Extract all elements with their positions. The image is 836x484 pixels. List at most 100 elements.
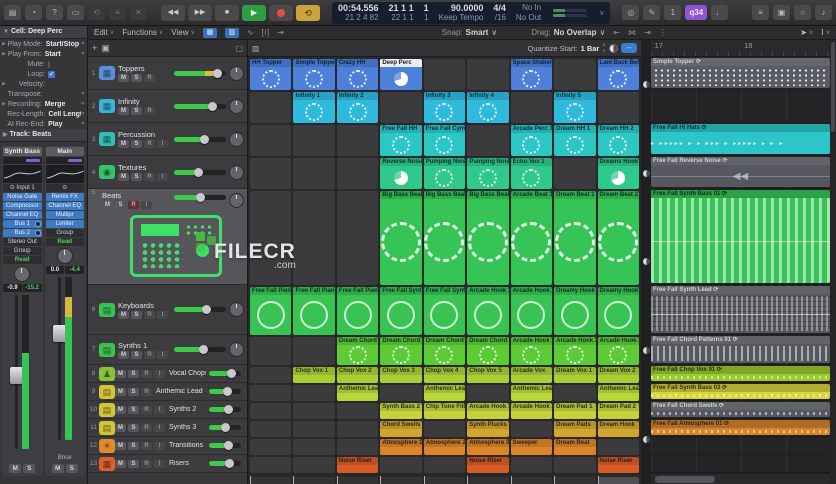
empty-cell[interactable] <box>554 158 596 189</box>
loop-cell[interactable]: Dream Vox 2 <box>597 367 639 383</box>
arrange-lane[interactable]: Free Fall Synth Lead ⟳ <box>651 285 830 335</box>
loop-cell[interactable]: Synth Plucks <box>467 421 509 437</box>
region[interactable]: Free Fall Atmosphere 01 ⟳ <box>651 420 830 435</box>
empty-cell[interactable] <box>293 125 335 156</box>
parameter-value[interactable]: Cell Length <box>48 111 80 118</box>
loop-cell[interactable]: Dream Chord 1 <box>336 337 379 365</box>
volume-fader[interactable] <box>52 277 66 440</box>
pan-knob[interactable] <box>229 98 244 114</box>
loop-cell[interactable]: Anthemic Lead <box>510 385 553 401</box>
loop-cell[interactable]: Dreamy Hook 1 <box>554 287 596 335</box>
lcd-dropdown-icon[interactable]: ∨ <box>599 9 604 17</box>
gain-plugin-slot[interactable] <box>3 157 42 164</box>
eq-thumbnail[interactable] <box>45 165 84 183</box>
flex-icon[interactable]: [≀] <box>262 28 269 37</box>
region[interactable]: Free Fall Synth Lead ⟳ <box>651 286 830 333</box>
catch-icon[interactable]: ⇥ <box>277 28 284 37</box>
loop-cell[interactable]: Atmosphere 3 <box>467 439 509 455</box>
solo-button[interactable]: S <box>131 350 142 359</box>
pan-knob[interactable] <box>14 266 31 282</box>
track-header[interactable]: 6 ▤ Keyboards M S R I <box>88 285 247 335</box>
apple-loops-icon[interactable]: ○ <box>794 5 811 20</box>
mute-button[interactable]: M <box>115 406 126 414</box>
arrange-lane[interactable]: Free Fall Chord Patterns 01 ⟳ <box>651 335 830 365</box>
loop-cell[interactable]: Sweeper <box>510 439 553 455</box>
mute-button[interactable]: M <box>115 370 126 378</box>
media-icon[interactable]: ♪ <box>815 5 832 20</box>
solo-button[interactable]: S <box>128 460 139 468</box>
empty-cell[interactable] <box>250 439 292 455</box>
loop-cell[interactable]: Dream Beat <box>554 439 596 455</box>
scene-trigger-button[interactable] <box>510 476 553 484</box>
empty-cell[interactable] <box>250 125 292 156</box>
mute-button[interactable]: M <box>118 74 129 82</box>
empty-cell[interactable] <box>336 158 379 189</box>
solo-button[interactable]: S <box>128 370 139 378</box>
record-enable-button[interactable]: R <box>128 201 139 209</box>
solo-button[interactable]: S <box>65 464 78 473</box>
loop-cell[interactable]: Atmosphere 2 <box>423 439 466 455</box>
empty-cell[interactable] <box>293 158 335 189</box>
stop-button[interactable]: ■ <box>215 4 239 21</box>
loop-cell[interactable]: Arcade Hook 3 <box>597 337 639 365</box>
loop-cell[interactable]: Big Bass Beat 2 <box>423 191 466 285</box>
track-header[interactable]: 1 ▦ Toppers M S R <box>88 57 247 90</box>
mute-button[interactable]: M <box>102 201 113 209</box>
loop-cell[interactable]: Free Fall Synth <box>423 287 466 335</box>
arrange-lane[interactable]: Free Fall Atmosphere 01 ⟳ <box>651 419 830 437</box>
track-stack-icon[interactable]: ▣ <box>101 43 110 54</box>
automation-mode-slot[interactable]: Read <box>45 238 84 246</box>
loop-cell[interactable]: Chop Vox 3 <box>380 367 422 383</box>
loop-cell[interactable]: Dream Pad 2 <box>597 403 639 419</box>
empty-cell[interactable] <box>293 457 335 473</box>
loop-cell[interactable]: Arcade Hook 1 <box>510 337 553 365</box>
empty-cell[interactable] <box>423 457 466 473</box>
stepper-icon[interactable]: ≑ <box>81 91 85 97</box>
lcd-display[interactable]: 00:54.556 21 2 4 82 21 1 1 22 1 1 11 90.00… <box>332 1 611 24</box>
scene-trigger-button[interactable] <box>380 476 422 484</box>
count-in-icon[interactable]: 1 <box>664 5 682 20</box>
fx-slot[interactable]: Noise Gate <box>3 193 42 201</box>
empty-cell[interactable] <box>293 385 335 401</box>
loop-cell[interactable]: Arcade Perc 1 <box>510 125 553 156</box>
loop-cell[interactable]: Dream Beat 2 <box>597 191 639 285</box>
input-monitor-button[interactable]: I <box>154 442 165 450</box>
loop-cell[interactable]: Arcade Hook 2 <box>554 337 596 365</box>
solo-button[interactable]: S <box>131 173 142 181</box>
track-header[interactable]: 10 ▤ M S R I Synths 2 <box>88 401 247 419</box>
send-slot[interactable]: Bus 1 <box>3 220 42 228</box>
channel-strip-name[interactable]: Main <box>45 147 84 156</box>
empty-cell[interactable] <box>467 59 509 90</box>
stepper-icon[interactable]: ≑ <box>81 111 85 117</box>
solo-button[interactable]: S <box>128 406 139 414</box>
quantize-start-value[interactable]: 1 Bar <box>581 44 600 53</box>
empty-cell[interactable] <box>336 439 379 455</box>
loop-cell[interactable]: Arcade Hook 1 <box>467 403 509 419</box>
mute-button[interactable]: M <box>115 388 126 396</box>
list-editors-icon[interactable]: ≡ <box>752 5 769 20</box>
empty-cell[interactable] <box>380 385 422 401</box>
record-button[interactable] <box>269 4 293 21</box>
fx-slot[interactable]: Compressor <box>3 202 42 210</box>
quick-help-icon[interactable]: ? <box>46 5 63 20</box>
loop-cell[interactable]: Dreams Hook 1 <box>597 158 639 189</box>
add-track-button[interactable]: + <box>92 43 97 53</box>
solo-button[interactable]: S <box>131 74 142 82</box>
region[interactable]: Free Fall Chop Vox 01 ⟳ <box>651 366 830 381</box>
empty-cell[interactable] <box>336 403 379 419</box>
track-inspector-header[interactable]: ▶ Track: Beats <box>0 129 87 142</box>
cell-inspector-header[interactable]: ▼ Cell: Deep Perc <box>0 26 87 39</box>
loop-cell[interactable]: Noise Riser <box>597 457 639 473</box>
display-icon[interactable]: ▭ <box>67 5 84 20</box>
mixer-icon[interactable]: ≡ <box>109 5 126 20</box>
record-enable-button[interactable]: R <box>144 310 155 319</box>
divider-moon-icon[interactable] <box>642 436 650 444</box>
solo-button[interactable]: S <box>131 140 142 148</box>
empty-cell[interactable] <box>250 457 292 473</box>
loop-cell[interactable]: Simple Topper <box>293 59 335 90</box>
record-enable-button[interactable]: R <box>144 350 155 359</box>
loop-cell[interactable]: Big Bass Beat 1 <box>380 191 422 285</box>
forward-button[interactable]: ▶▶ <box>188 4 212 21</box>
loop-cell[interactable]: Dream HH 1 <box>554 125 596 156</box>
zoom-icon[interactable]: ⋮ <box>659 28 667 37</box>
